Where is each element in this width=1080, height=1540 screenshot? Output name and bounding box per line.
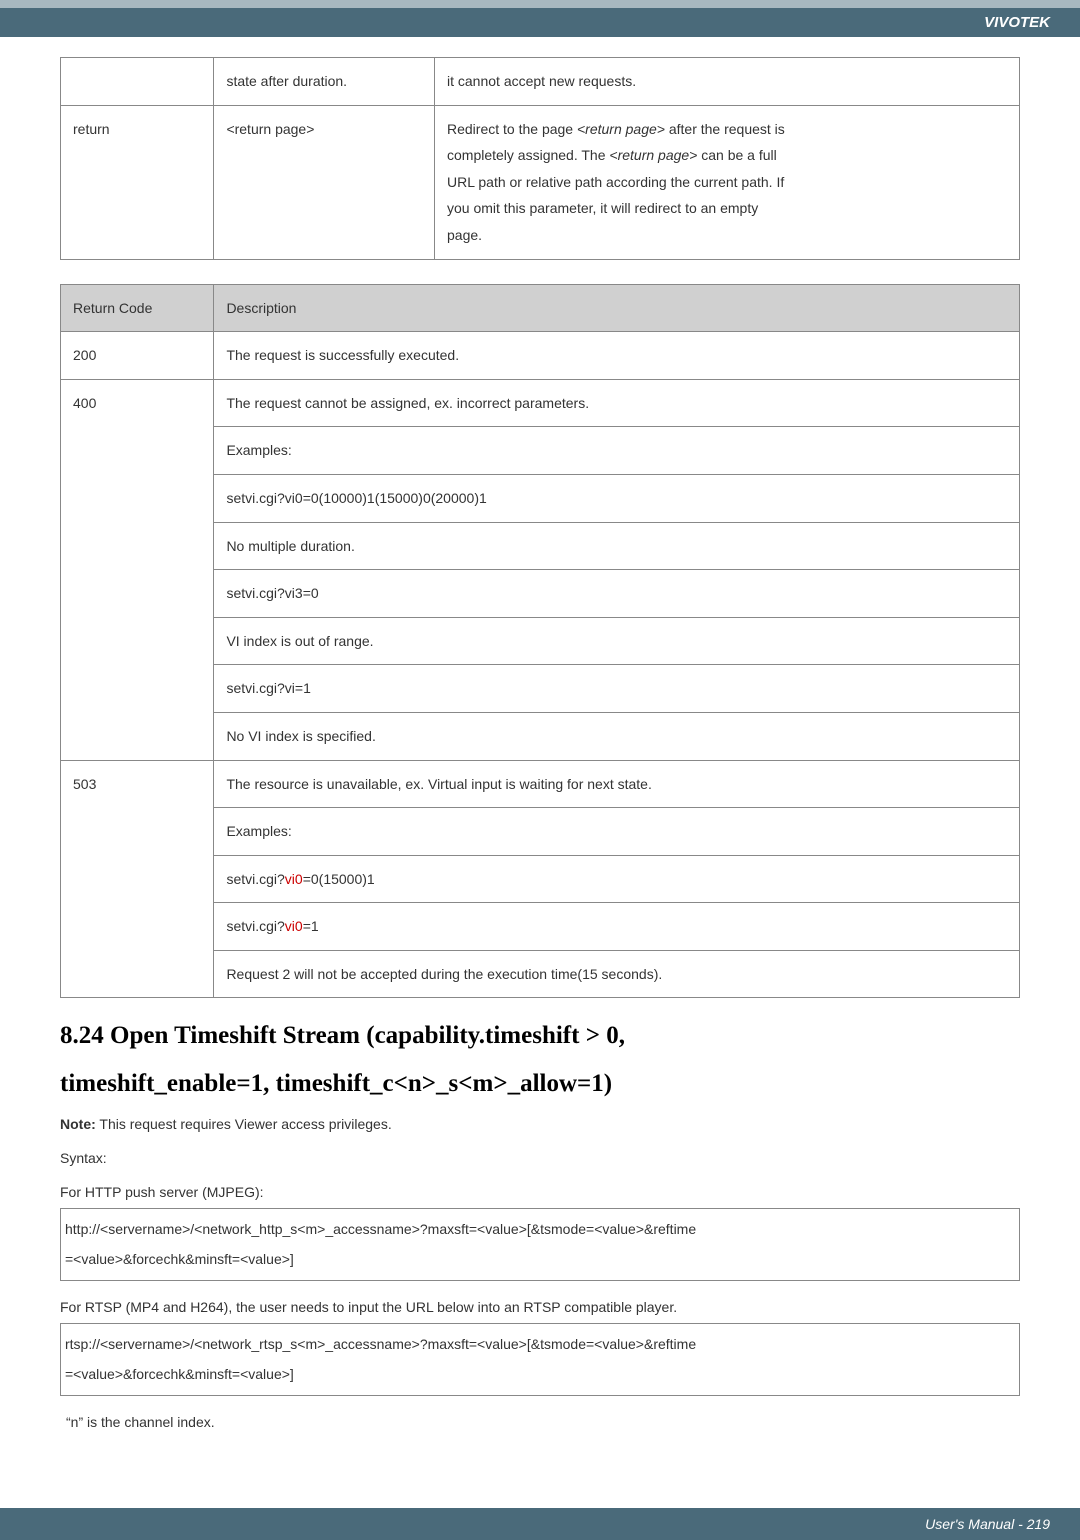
text: This request requires Viewer access priv… [96,1116,392,1132]
cell-desc: VI index is out of range. [214,617,1020,665]
cell-param [61,58,214,106]
text: =0(15000)1 [303,871,375,887]
cell-code: 200 [61,332,214,380]
cell-desc: The request is successfully executed. [214,332,1020,380]
text: you omit this parameter, it will redirec… [447,200,758,216]
note-label: Note: [60,1116,96,1132]
cell-state: state after duration. [214,58,435,106]
text: can be a full [697,147,776,163]
section-heading: timeshift_enable=1, timeshift_c<n>_s<m>_… [60,1070,1020,1098]
text-italic: <return page> [577,121,665,137]
text: setvi.cgi? [226,918,284,934]
table-row: state after duration. it cannot accept n… [61,58,1020,106]
table-row: 503 The resource is unavailable, ex. Vir… [61,760,1020,808]
cell-desc: setvi.cgi?vi0=0(10000)1(15000)0(20000)1 [214,474,1020,522]
text: http://<servername>/<network_http_s<m>_a… [65,1221,696,1237]
text: Redirect to the page [447,121,577,137]
text-italic: <return page> [609,147,697,163]
channel-note: “n” is the channel index. [66,1414,1020,1430]
cell-value: <return page> [214,105,435,259]
text: URL path or relative path according the … [447,174,784,190]
cell-desc: Examples: [214,808,1020,856]
top-accent [0,0,1080,8]
cell-desc: No VI index is specified. [214,712,1020,760]
text: =<value>&forcechk&minsft=<value>] [65,1366,294,1382]
param-table: state after duration. it cannot accept n… [60,57,1020,260]
text: page. [447,227,482,243]
cell-desc: setvi.cgi?vi3=0 [214,570,1020,618]
page-content: state after duration. it cannot accept n… [0,37,1080,1468]
cell-desc: No multiple duration. [214,522,1020,570]
col-header-desc: Description [214,284,1020,332]
table-header-row: Return Code Description [61,284,1020,332]
table-row: 400 The request cannot be assigned, ex. … [61,379,1020,427]
http-label: For HTTP push server (MJPEG): [60,1184,1020,1200]
cell-code: 400 [61,379,214,760]
cell-desc: The resource is unavailable, ex. Virtual… [214,760,1020,808]
text: completely assigned. The [447,147,609,163]
cell-desc: Request 2 will not be accepted during th… [214,950,1020,998]
table-row: 200 The request is successfully executed… [61,332,1020,380]
return-code-table: Return Code Description 200 The request … [60,284,1020,999]
text: rtsp://<servername>/<network_rtsp_s<m>_a… [65,1336,696,1352]
cell-param: return [61,105,214,259]
cell-desc: it cannot accept new requests. [435,58,1020,106]
section-heading: 8.24 Open Timeshift Stream (capability.t… [60,1022,1020,1050]
cell-desc: Examples: [214,427,1020,475]
rtsp-url-box: rtsp://<servername>/<network_rtsp_s<m>_a… [60,1323,1020,1396]
header-brand: VIVOTEK [0,8,1080,37]
text-highlight: vi0 [285,871,303,887]
text: setvi.cgi? [226,871,284,887]
cell-desc: The request cannot be assigned, ex. inco… [214,379,1020,427]
http-url-box: http://<servername>/<network_http_s<m>_a… [60,1208,1020,1281]
text: =<value>&forcechk&minsft=<value>] [65,1251,294,1267]
cell-desc: setvi.cgi?vi0=1 [214,903,1020,951]
cell-desc: setvi.cgi?vi0=0(15000)1 [214,855,1020,903]
rtsp-label: For RTSP (MP4 and H264), the user needs … [60,1299,1020,1315]
text: =1 [303,918,319,934]
text-highlight: vi0 [285,918,303,934]
table-row: return <return page> Redirect to the pag… [61,105,1020,259]
note-text: Note: This request requires Viewer acces… [60,1116,1020,1132]
cell-code: 503 [61,760,214,998]
text: after the request is [665,121,785,137]
footer-text: User's Manual - 219 [0,1508,1080,1540]
cell-desc: setvi.cgi?vi=1 [214,665,1020,713]
col-header-code: Return Code [61,284,214,332]
cell-desc: Redirect to the page <return page> after… [435,105,1020,259]
syntax-label: Syntax: [60,1150,1020,1166]
